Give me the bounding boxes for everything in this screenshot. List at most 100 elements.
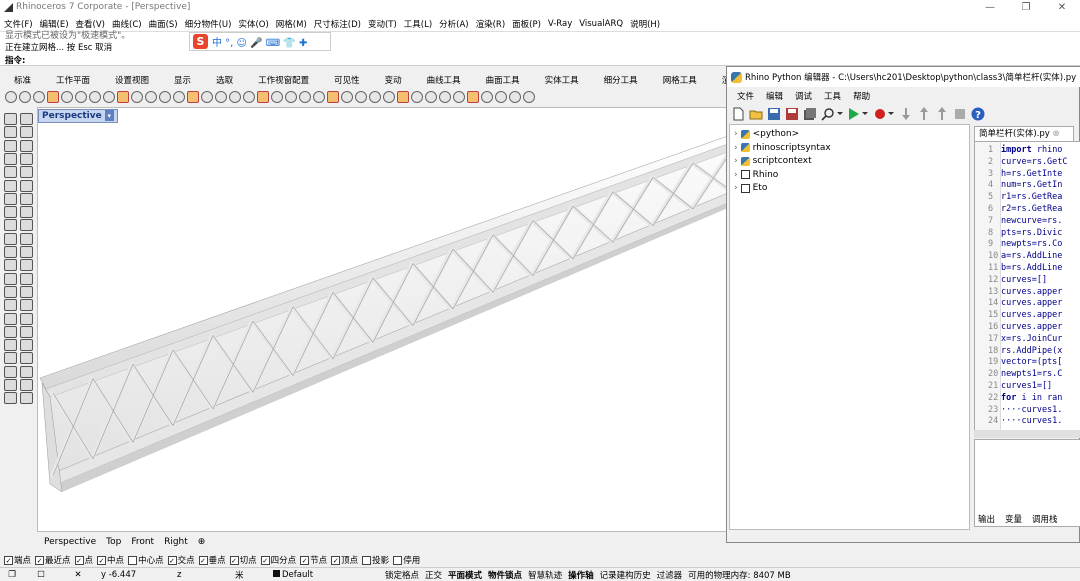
tool-icon[interactable] (453, 91, 465, 103)
tool-icon[interactable] (19, 91, 31, 103)
toolbar-tab[interactable]: 实体工具 (545, 74, 579, 86)
output-tab[interactable]: 变量 (1005, 513, 1022, 525)
tool-icon[interactable] (5, 91, 17, 103)
menu-item[interactable]: 尺寸标注(D) (314, 18, 361, 30)
status-toggle[interactable]: 物件锁点 (485, 569, 525, 581)
menu-item[interactable]: 网格(M) (276, 18, 307, 30)
menu-item[interactable]: 曲面(S) (149, 18, 178, 30)
viewport-title[interactable]: Perspective ▾ (38, 109, 118, 123)
python-menu-item[interactable]: 编辑 (766, 90, 783, 102)
tool-icon[interactable] (523, 91, 535, 103)
tool-icon[interactable] (47, 91, 59, 103)
tool-icon[interactable] (20, 166, 33, 179)
toolbar-tab[interactable]: 网格工具 (663, 74, 697, 86)
tool-icon[interactable] (4, 325, 17, 338)
tree-item[interactable]: › scriptcontext (734, 156, 812, 166)
close-icon[interactable]: ⊗ (1052, 129, 1059, 139)
tool-icon[interactable] (215, 91, 227, 103)
tool-icon[interactable] (467, 91, 479, 103)
tool-icon[interactable] (4, 392, 17, 405)
tool-icon[interactable] (20, 392, 33, 405)
tool-icon[interactable] (425, 91, 437, 103)
tool-icon[interactable] (89, 91, 101, 103)
menu-item[interactable]: 说明(H) (630, 18, 660, 30)
tool-icon[interactable] (4, 365, 17, 378)
tool-icon[interactable] (4, 126, 17, 139)
tool-icon[interactable] (4, 352, 17, 365)
tool-icon[interactable] (4, 219, 17, 232)
tool-icon[interactable] (4, 166, 17, 179)
tool-icon[interactable] (4, 285, 17, 298)
tab-viewport[interactable]: Top (106, 537, 121, 547)
restore-icon[interactable]: ❐ (0, 570, 24, 580)
osnap-checkbox[interactable]: ✓ 切点 (229, 554, 257, 566)
tool-icon[interactable] (20, 379, 33, 391)
tool-icon[interactable] (20, 206, 33, 219)
tool-icon[interactable] (495, 91, 507, 103)
add-viewport-icon[interactable]: ⊕ (198, 537, 206, 547)
tool-icon[interactable] (4, 299, 17, 312)
tool-icon[interactable] (20, 219, 33, 232)
code-editor[interactable]: 1 import rhino 2 curve=rs.GetC 3 h=rs.GetInte… (974, 141, 1080, 437)
tool-icon[interactable] (20, 299, 33, 312)
osnap-checkbox[interactable]: ✓ 端点 (4, 554, 31, 566)
stop-icon[interactable] (953, 107, 967, 121)
step-out-icon[interactable] (935, 107, 949, 121)
horizontal-scrollbar[interactable] (974, 430, 1080, 438)
tab-viewport[interactable]: Perspective (44, 537, 96, 547)
tool-icon[interactable] (285, 91, 297, 103)
tool-icon[interactable] (103, 91, 115, 103)
toolbar-tab[interactable]: 工作平面 (56, 74, 90, 86)
tool-icon[interactable] (383, 91, 395, 103)
tab-viewport[interactable]: Front (131, 537, 154, 547)
tool-icon[interactable] (20, 126, 33, 139)
toolbar-tab[interactable]: 选取 (216, 74, 233, 86)
layer-indicator[interactable]: Default (270, 569, 382, 580)
run-icon[interactable] (847, 107, 869, 121)
tool-icon[interactable] (271, 91, 283, 103)
tool-icon[interactable] (509, 91, 521, 103)
status-toggle[interactable]: 正交 (422, 569, 445, 581)
minimize-button[interactable]: — (972, 0, 1008, 16)
toolbar-tab[interactable]: 曲线工具 (427, 74, 461, 86)
step-over-icon[interactable] (917, 107, 931, 121)
tool-icon[interactable] (173, 91, 185, 103)
tool-icon[interactable] (33, 91, 45, 103)
tool-icon[interactable] (20, 113, 33, 125)
tool-icon[interactable] (20, 259, 33, 272)
osnap-checkbox[interactable]: ✓ 垂点 (198, 554, 226, 566)
tool-icon[interactable] (20, 312, 33, 325)
maximize-button[interactable]: ❐ (1008, 0, 1044, 16)
status-toggle[interactable]: 智慧轨迹 (525, 569, 565, 581)
osnap-checkbox[interactable]: 投影 (362, 554, 389, 566)
tool-icon[interactable] (201, 91, 213, 103)
maximize-icon[interactable]: ☐ (24, 570, 58, 580)
breakpoint-icon[interactable] (873, 107, 895, 121)
tool-icon[interactable] (20, 192, 33, 205)
tool-icon[interactable] (4, 379, 17, 391)
menu-item[interactable]: 渲染(R) (476, 18, 506, 30)
status-toggle[interactable]: 记录建构历史 (597, 569, 654, 581)
tool-icon[interactable] (411, 91, 423, 103)
help-icon[interactable]: ? (971, 107, 985, 121)
menu-item[interactable]: 分析(A) (439, 18, 468, 30)
toolbar-tab[interactable]: 变动 (385, 74, 402, 86)
tool-icon[interactable] (20, 246, 33, 258)
osnap-checkbox[interactable]: ✓ 中点 (97, 554, 124, 566)
chevron-down-icon[interactable]: ▾ (104, 110, 114, 121)
tree-item[interactable]: › <python> (734, 129, 799, 139)
tree-item[interactable]: › Eto (734, 183, 767, 193)
python-menu-item[interactable]: 帮助 (853, 90, 870, 102)
status-toggle[interactable]: 锁定格点 (382, 569, 422, 581)
osnap-checkbox[interactable]: 中心点 (128, 554, 164, 566)
tool-icon[interactable] (4, 272, 17, 285)
menu-item[interactable]: 面板(P) (512, 18, 541, 30)
tool-icon[interactable] (20, 139, 33, 152)
tree-item[interactable]: › Rhino (734, 170, 778, 180)
tool-icon[interactable] (20, 325, 33, 338)
menu-item[interactable]: 变动(T) (368, 18, 397, 30)
output-tab[interactable]: 调用栈 (1032, 513, 1058, 525)
tool-icon[interactable] (4, 179, 17, 192)
osnap-checkbox[interactable]: ✓ 交点 (167, 554, 195, 566)
toolbar-tab[interactable]: 标准 (14, 74, 31, 86)
